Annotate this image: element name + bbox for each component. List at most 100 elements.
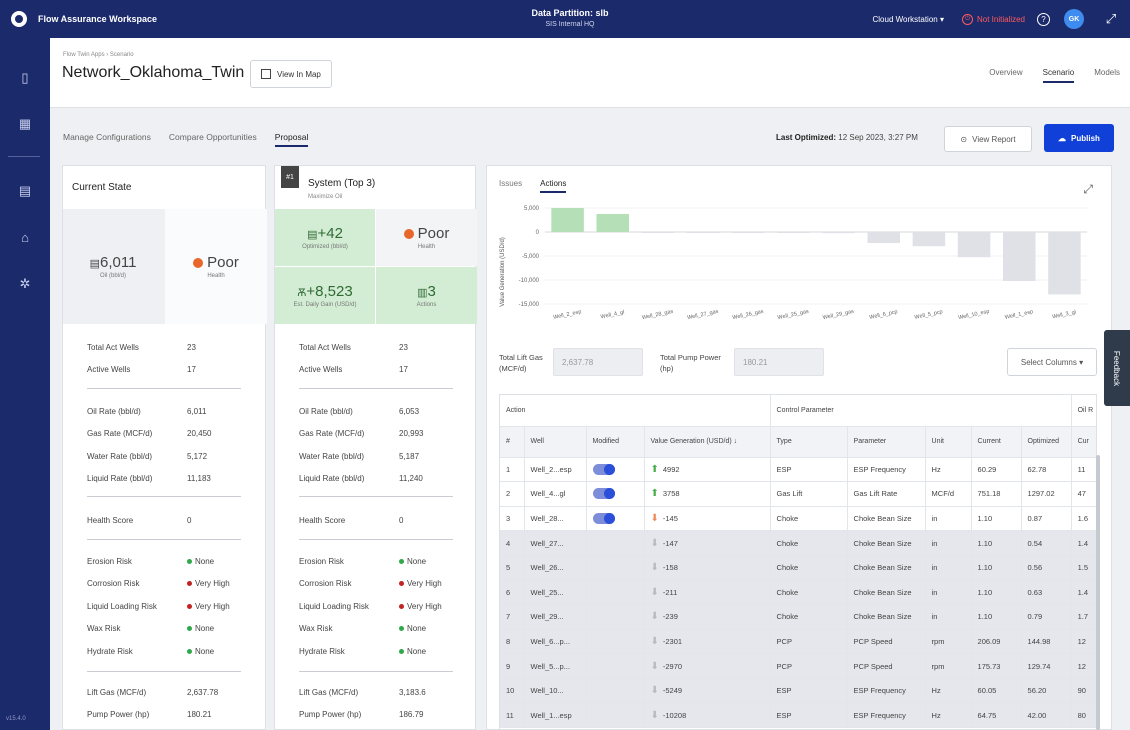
select-columns-dropdown[interactable]: Select Columns ▾ [1007,348,1097,376]
cell-well[interactable]: Well_6...p... [524,629,587,655]
chart-bars [551,208,1081,295]
table-row[interactable]: 5 Well_26... ⬇ -158 Choke Choke Bean Size in 1.… [500,555,1096,581]
current-state-panel: Current State ▤6,011 Oil (bbl/d) Poor He… [62,165,267,730]
cell-unit: MCF/d [925,481,972,507]
col-header-parameter[interactable]: Parameter [847,426,926,458]
status-dot-icon [399,558,404,564]
workstation-dropdown[interactable]: Cloud Workstation ▾ [873,15,944,24]
tab-actions[interactable]: Actions [540,179,567,193]
row-value: 5,172 [187,451,208,461]
tab-models[interactable]: Models [1094,68,1120,83]
modified-toggle[interactable] [592,463,615,475]
power-icon: ⏻ [961,13,973,25]
cell-well[interactable]: Well_2...esp [524,457,587,483]
expand-icon[interactable]: ⤢ [1098,11,1124,27]
view-in-map-button[interactable]: View In Map [250,60,332,88]
row-key: Health Score [87,515,134,525]
help-icon[interactable]: ? [1037,12,1050,26]
book-icon[interactable]: ▯ [17,70,33,86]
chart-bar[interactable] [822,232,855,234]
cell-well[interactable]: Well_29... [524,604,587,630]
chart-bar[interactable] [957,232,991,258]
system-panel[interactable]: #1 System (Top 3) Maximize Oil ▤+42 Opti… [274,165,477,730]
table-row[interactable]: 3 Well_28... ⬇ -145 Choke Choke Bean Size in 1.… [500,506,1096,532]
cell-well[interactable]: Well_28... [524,506,587,532]
row-key: Liquid Rate (bbl/d) [299,474,365,484]
col-header-oil-current[interactable]: Cur [1071,426,1096,458]
cell-well[interactable]: Well_5...p... [524,653,587,679]
table-row[interactable]: 11 Well_1...esp ⬇ -10208 ESP ESP Frequency Hz 6… [500,702,1096,729]
clipboard-icon[interactable]: ▤ [17,183,33,199]
cell-current: 751.18 [971,481,1022,507]
col-header-optimized[interactable]: Optimized [1021,426,1072,458]
data-partition[interactable]: Data Partition: slb SIS Internal HQ [500,8,640,30]
chart-bar[interactable] [731,232,765,233]
table-row[interactable]: 4 Well_27... ⬇ -147 Choke Choke Bean Size in 1.… [500,530,1096,556]
modified-toggle[interactable] [592,512,615,524]
col-header-value-generation[interactable]: Value Generation (USD/d) ↓ [644,426,771,458]
cell-well[interactable]: Well_1...esp [524,702,587,729]
grid-icon[interactable]: ▦ [17,116,33,132]
table-row[interactable]: 1 Well_2...esp ⬆ 4992 ESP ESP Frequency Hz 60.2… [500,457,1096,483]
tab-issues[interactable]: Issues [499,179,522,193]
cell-well[interactable]: Well_10... [524,678,587,704]
table-row[interactable]: 2 Well_4...gl ⬆ 3758 Gas Lift Gas Lift Rate MC… [500,481,1096,507]
row-value: 23 [399,342,408,352]
cell-type: PCP [770,653,848,679]
arrow-down-icon: ⬇ [650,562,659,574]
chart-bar[interactable] [686,232,720,233]
col-header-index[interactable]: # [500,426,525,458]
total-pump-power-input[interactable]: 180.21 [734,348,824,376]
fullscreen-icon[interactable]: ⤢ [1083,182,1093,197]
status-dot-icon [187,558,192,564]
col-header-unit[interactable]: Unit [925,426,972,458]
row-value: 17 [187,365,196,375]
tab-proposal[interactable]: Proposal [274,132,309,147]
chart-bar[interactable] [777,232,810,234]
col-header-well[interactable]: Well [524,426,587,458]
col-header-modified[interactable]: Modified [586,426,645,458]
status-dot-icon [399,581,404,587]
cell-well[interactable]: Well_27... [524,530,587,556]
chart-bar[interactable] [596,213,630,232]
tab-overview[interactable]: Overview [989,68,1022,83]
app-logo[interactable] [0,0,38,38]
table-row[interactable]: 9 Well_5...p... ⬇ -2970 PCP PCP Speed rpm 175.7… [500,653,1096,679]
status-indicator[interactable]: ⏻ Not Initialized [961,13,1025,25]
chart-bar[interactable] [912,232,946,247]
tab-compare-opportunities[interactable]: Compare Opportunities [169,132,257,147]
list-item: Wax Risk None [299,618,459,641]
total-lift-gas-label: Total Lift Gas (MCF/d) [499,352,559,374]
cell-type: Choke [770,506,848,532]
table-row[interactable]: 6 Well_25... ⬇ -211 Choke Choke Bean Size in 1.… [500,579,1096,606]
tab-manage-configurations[interactable]: Manage Configurations [63,132,151,147]
table-row[interactable]: 7 Well_29... ⬇ -239 Choke Choke Bean Size in 1.… [500,604,1096,630]
modified-toggle[interactable] [592,488,615,500]
cell-well[interactable]: Well_4...gl [524,481,587,507]
publish-button[interactable]: ☁ Publish [1044,124,1114,152]
table-row[interactable]: 8 Well_6...p... ⬇ -2301 PCP PCP Speed rpm 206.0… [500,629,1096,655]
chart-bar[interactable] [1002,232,1036,281]
table-scrollbar[interactable] [1096,455,1100,730]
cell-value-generation-text: 4992 [662,464,680,474]
table-row[interactable]: 10 Well_10... ⬇ -5249 ESP ESP Frequency Hz 60.0… [500,678,1096,704]
chart-bar[interactable] [641,232,675,233]
cell-well[interactable]: Well_26... [524,555,587,581]
col-header-current[interactable]: Current [971,426,1022,458]
breadcrumb[interactable]: Flow Twin Apps › Scenario [63,52,134,58]
chart-bar[interactable] [1048,232,1081,295]
row-value: None [407,556,427,566]
home-icon[interactable]: ⌂ [17,230,33,246]
network-icon[interactable]: ✲ [17,276,33,292]
cell-well[interactable]: Well_25... [524,579,587,606]
feedback-tab[interactable]: Feedback [1104,330,1130,406]
chart-bar[interactable] [551,208,584,232]
view-report-button[interactable]: ⊙ View Report [944,126,1032,152]
total-lift-gas-input[interactable]: 2,637.78 [553,348,643,376]
tab-scenario[interactable]: Scenario [1042,68,1075,83]
sort-down-icon: ↓ [733,438,738,445]
y-tick-label: -5,000 [522,254,540,260]
col-header-type[interactable]: Type [770,426,848,458]
avatar[interactable]: GK [1064,9,1084,29]
chart-bar[interactable] [867,232,901,244]
